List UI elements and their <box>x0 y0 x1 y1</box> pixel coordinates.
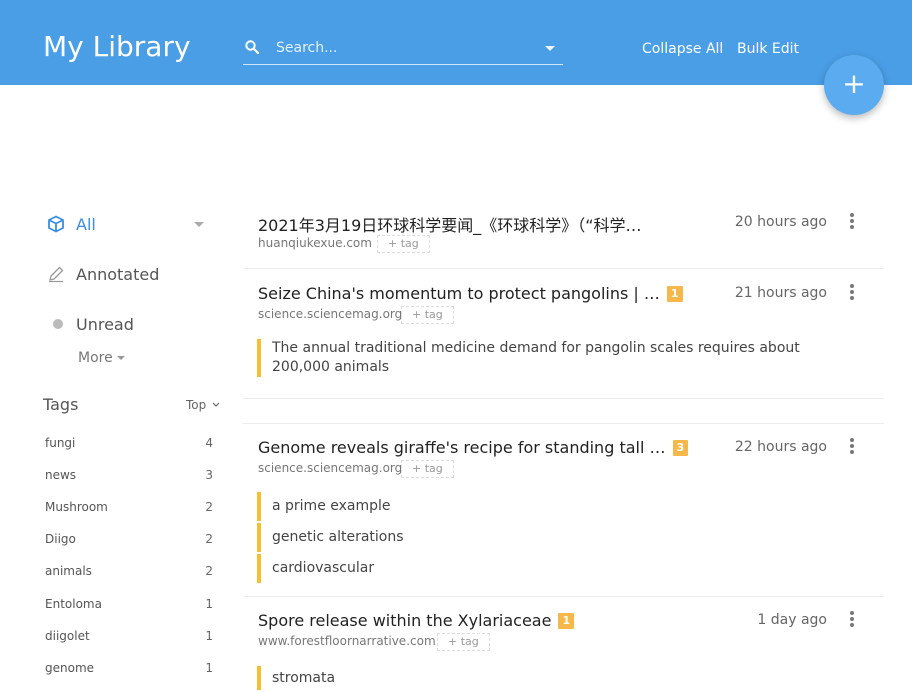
collapse-all-button[interactable]: Collapse All <box>642 41 723 57</box>
pencil-icon <box>45 265 67 283</box>
item-title-text: Genome reveals giraffe's recipe for stan… <box>258 438 666 457</box>
annotation-count-badge: 3 <box>672 440 689 456</box>
tags-sort-dropdown[interactable]: Top <box>186 398 220 412</box>
tags-sort-label: Top <box>186 398 207 412</box>
add-bookmark-button[interactable]: + <box>824 55 884 115</box>
tag-name: Diigo <box>45 532 76 546</box>
list-item[interactable]: Spore release within the Xylariaceae 1 1 … <box>243 597 884 692</box>
tag-name: fungi <box>45 436 76 450</box>
more-options-icon[interactable] <box>850 284 854 300</box>
sidebar-item-all[interactable]: All <box>45 209 215 239</box>
nav-dropdown-caret-icon[interactable] <box>194 222 204 227</box>
tag-name: diigolet <box>45 629 90 643</box>
annotation-count-badge: 1 <box>558 613 575 629</box>
tag-item[interactable]: fungi 4 <box>45 436 213 456</box>
item-title-text: Seize China's momentum to protect pangol… <box>258 284 660 303</box>
item-title-text: Spore release within the Xylariaceae <box>258 611 552 630</box>
more-options-icon[interactable] <box>850 213 854 229</box>
cube-icon <box>45 215 67 233</box>
tag-count: 2 <box>205 500 213 514</box>
list-item[interactable]: 2021年3月19日环球科学要闻_《环球科学》（“科学… 20 hours ag… <box>243 200 884 269</box>
item-domain[interactable]: www.forestfloornarrative.com <box>258 634 436 648</box>
chevron-down-icon <box>212 402 220 407</box>
tag-item[interactable]: diigolet 1 <box>45 629 213 649</box>
tag-item[interactable]: Entoloma 1 <box>45 597 213 617</box>
sidebar-item-label: Unread <box>76 314 134 334</box>
highlight-text[interactable]: genetic alterations <box>257 523 817 552</box>
tag-name: news <box>45 468 77 482</box>
item-timestamp: 22 hours ago <box>734 439 827 455</box>
item-title-text: 2021年3月19日环球科学要闻_《环球科学》（“科学… <box>258 216 642 235</box>
tag-count: 1 <box>205 661 213 675</box>
item-title[interactable]: Spore release within the Xylariaceae 1 <box>258 611 575 630</box>
item-timestamp: 21 hours ago <box>734 285 827 301</box>
tag-count: 2 <box>205 564 213 578</box>
tag-item[interactable]: Mushroom 2 <box>45 500 213 520</box>
annotation-count-badge: 1 <box>666 286 683 302</box>
item-timestamp: 1 day ago <box>757 612 827 628</box>
tag-item[interactable]: animals 2 <box>45 564 213 584</box>
list-item[interactable]: Genome reveals giraffe's recipe for stan… <box>243 424 884 597</box>
sidebar-item-label: Annotated <box>76 264 160 284</box>
item-title[interactable]: Seize China's momentum to protect pangol… <box>258 284 683 303</box>
tag-count: 1 <box>205 597 213 611</box>
item-domain[interactable]: science.sciencemag.org <box>258 461 402 475</box>
app-header: My Library Collapse All Bulk Edit <box>0 0 912 85</box>
item-title[interactable]: Genome reveals giraffe's recipe for stan… <box>258 438 689 457</box>
sidebar-item-annotated[interactable]: Annotated <box>45 259 215 289</box>
tag-item[interactable]: Diigo 2 <box>45 532 213 552</box>
highlight-text[interactable]: The annual traditional medicine demand f… <box>257 339 817 377</box>
list-item[interactable]: Seize China's momentum to protect pangol… <box>243 269 884 399</box>
item-domain[interactable]: science.sciencemag.org <box>258 307 402 321</box>
tag-item[interactable]: genome 1 <box>45 661 213 681</box>
tag-item[interactable]: news 3 <box>45 468 213 488</box>
tag-count: 1 <box>205 629 213 643</box>
item-title[interactable]: 2021年3月19日环球科学要闻_《环球科学》（“科学… <box>258 212 642 236</box>
chevron-down-icon <box>116 356 125 360</box>
tag-name: animals <box>45 564 92 578</box>
search-input[interactable] <box>276 37 536 59</box>
sidebar-item-unread[interactable]: Unread <box>45 309 215 339</box>
tag-name: genome <box>45 661 95 675</box>
tag-count: 3 <box>205 468 213 482</box>
item-timestamp: 20 hours ago <box>734 214 827 230</box>
item-domain[interactable]: huanqiukexue.com <box>258 236 372 250</box>
search-icon <box>245 40 259 54</box>
more-options-icon[interactable] <box>850 438 854 454</box>
more-options-icon[interactable] <box>850 611 854 627</box>
more-label: More <box>78 350 113 366</box>
tag-count: 2 <box>205 532 213 546</box>
add-tag-button[interactable]: + tag <box>437 633 490 651</box>
add-tag-button[interactable]: + tag <box>377 235 430 253</box>
tag-name: Entoloma <box>45 597 102 611</box>
highlight-text[interactable]: stromata <box>257 666 817 690</box>
add-tag-button[interactable]: + tag <box>401 460 454 478</box>
add-tag-button[interactable]: + tag <box>401 306 454 324</box>
more-button[interactable]: More <box>78 350 125 366</box>
tags-heading: Tags <box>43 395 79 414</box>
search-bar[interactable] <box>243 33 563 65</box>
page-title: My Library <box>43 30 191 63</box>
tag-name: Mushroom <box>45 500 108 514</box>
dot-icon <box>45 315 67 333</box>
bulk-edit-button[interactable]: Bulk Edit <box>737 41 799 57</box>
sidebar-item-label: All <box>76 214 96 234</box>
tag-count: 4 <box>205 436 213 450</box>
search-dropdown-caret-icon[interactable] <box>545 46 555 51</box>
highlight-text[interactable]: a prime example <box>257 492 817 521</box>
highlight-text[interactable]: cardiovascular <box>257 554 817 583</box>
